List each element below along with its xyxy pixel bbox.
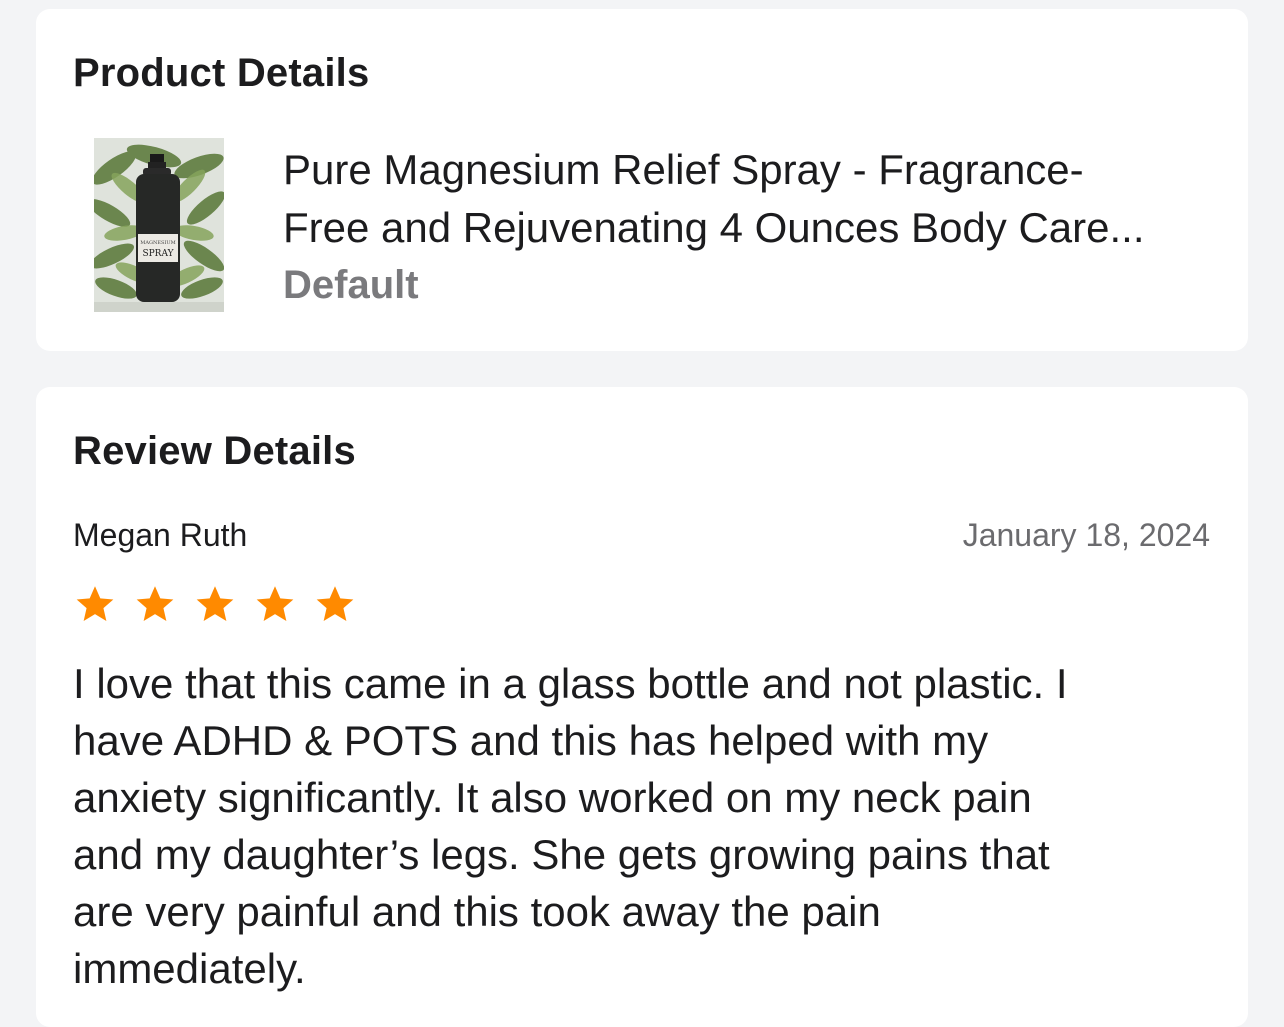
review-text-line: anxiety significantly. It also worked on… bbox=[73, 774, 1032, 821]
review-text-line: and my daughter’s legs. She gets growing… bbox=[73, 831, 1050, 878]
product-details-card: Product Details MAGNESIUM SPRAY Pure Mag… bbox=[36, 9, 1248, 351]
product-variant: Default bbox=[283, 263, 419, 307]
product-image[interactable]: MAGNESIUM SPRAY bbox=[94, 138, 224, 312]
star-icon bbox=[196, 586, 234, 621]
product-photo-icon: MAGNESIUM SPRAY bbox=[94, 138, 224, 312]
review-details-title: Review Details bbox=[73, 429, 356, 473]
review-text: I love that this came in a glass bottle … bbox=[73, 655, 1213, 997]
reviewer-name: Megan Ruth bbox=[73, 517, 248, 553]
product-name-line: Free and Rejuvenating 4 Ounces Body Care… bbox=[283, 204, 1145, 251]
review-text-line: are very painful and this took away the … bbox=[73, 888, 881, 935]
star-icon bbox=[316, 586, 354, 621]
product-name-line: Pure Magnesium Relief Spray - Fragrance- bbox=[283, 146, 1084, 193]
star-icon bbox=[76, 586, 114, 621]
review-date: January 18, 2024 bbox=[962, 517, 1210, 553]
review-text-line: immediately. bbox=[73, 945, 306, 992]
product-details-title: Product Details bbox=[73, 51, 370, 95]
review-text-line: have ADHD & POTS and this has helped wit… bbox=[73, 717, 989, 764]
bottle-label: SPRAY bbox=[142, 249, 174, 259]
product-name[interactable]: Pure Magnesium Relief Spray - Fragrance-… bbox=[283, 141, 1223, 257]
review-details-card: Review Details Megan Ruth January 18, 20… bbox=[36, 387, 1248, 1027]
star-icon bbox=[256, 586, 294, 621]
bottle-label-top: MAGNESIUM bbox=[140, 240, 175, 246]
star-rating bbox=[73, 583, 357, 627]
star-icon bbox=[136, 586, 174, 621]
review-text-line: I love that this came in a glass bottle … bbox=[73, 660, 1068, 707]
